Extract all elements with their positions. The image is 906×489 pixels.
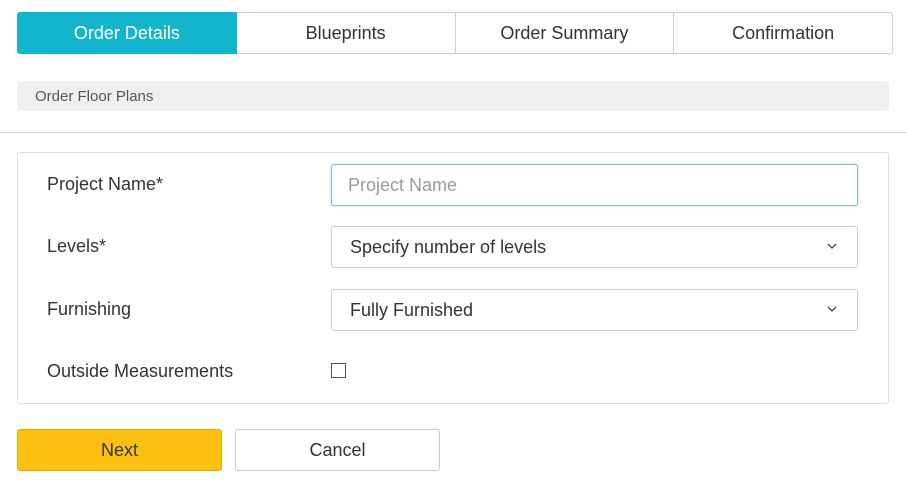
levels-select[interactable]: Specify number of levels xyxy=(331,226,858,268)
outside-measurements-label: Outside Measurements xyxy=(47,361,234,381)
furnishing-label: Furnishing xyxy=(47,299,132,319)
furnishing-selected-value: Fully Furnished xyxy=(350,299,474,320)
project-name-label: Project Name* xyxy=(47,174,164,194)
tab-confirmation[interactable]: Confirmation xyxy=(674,12,893,54)
chevron-down-icon xyxy=(827,243,837,249)
order-form: Project Name* Levels* Specify number of … xyxy=(17,152,889,404)
project-name-input[interactable] xyxy=(331,164,858,206)
chevron-down-icon xyxy=(827,306,837,312)
furnishing-select[interactable]: Fully Furnished xyxy=(331,289,858,331)
wizard-tabs: Order Details Blueprints Order Summary C… xyxy=(17,12,893,54)
levels-selected-value: Specify number of levels xyxy=(350,236,547,257)
tab-order-summary[interactable]: Order Summary xyxy=(455,12,675,54)
next-button[interactable]: Next xyxy=(17,429,222,471)
levels-label: Levels* xyxy=(47,236,107,256)
cancel-button[interactable]: Cancel xyxy=(235,429,440,471)
tab-blueprints[interactable]: Blueprints xyxy=(236,12,456,54)
divider xyxy=(0,132,906,133)
breadcrumb: Order Floor Plans xyxy=(17,81,889,111)
outside-measurements-checkbox[interactable] xyxy=(331,363,346,378)
tab-order-details[interactable]: Order Details xyxy=(17,12,237,54)
breadcrumb-label: Order Floor Plans xyxy=(35,87,154,105)
